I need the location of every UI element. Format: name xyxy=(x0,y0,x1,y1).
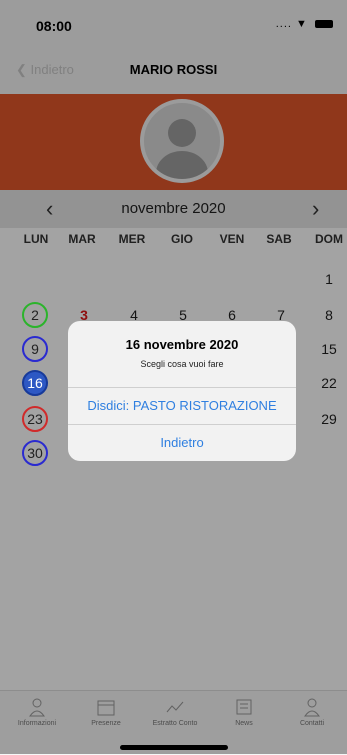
calendar-day-selected[interactable]: 16 xyxy=(22,370,48,396)
dialog-message: Scegli cosa vuoi fare xyxy=(140,359,224,369)
calendar-day[interactable]: 9 xyxy=(22,336,48,362)
calendar-day[interactable]: 30 xyxy=(22,440,48,466)
cancel-meal-button[interactable]: Disdici: PASTO RISTORAZIONE xyxy=(68,388,296,424)
back-action-button[interactable]: Indietro xyxy=(68,425,296,461)
dialog-title: 16 novembre 2020 xyxy=(125,337,239,352)
calendar-day[interactable]: 2 xyxy=(22,302,48,328)
action-dialog: 16 novembre 2020 Scegli cosa vuoi fare D… xyxy=(68,321,296,461)
calendar-day[interactable]: 23 xyxy=(22,406,48,432)
